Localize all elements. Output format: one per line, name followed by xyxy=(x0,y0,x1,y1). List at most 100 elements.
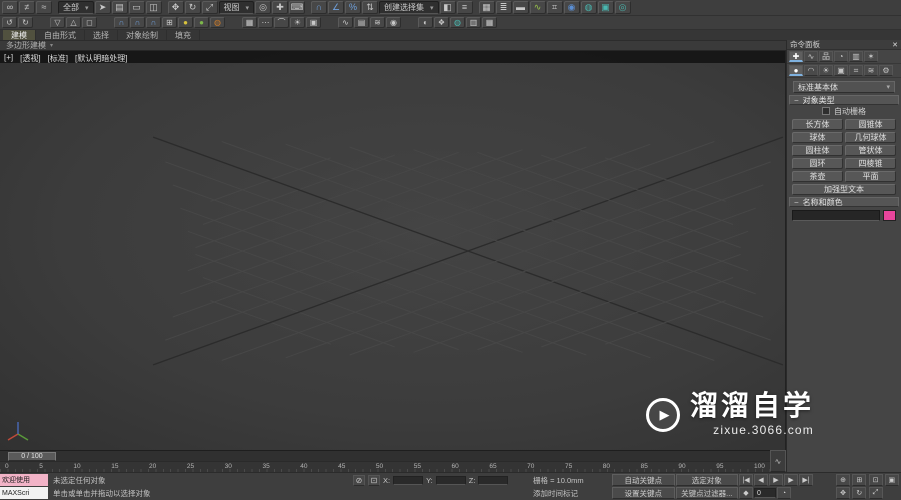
track-view-icon[interactable]: ∿ xyxy=(338,17,353,28)
named-selection-sets-dropdown[interactable]: 创建选择集 xyxy=(379,1,439,14)
time-configuration-button[interactable]: ◔ xyxy=(777,487,791,499)
primitive-button[interactable]: 圆环 xyxy=(792,158,843,169)
macro-recorder-row[interactable]: 欢迎使用 xyxy=(0,474,48,486)
grab-viewport-icon[interactable]: ◉ xyxy=(386,17,401,28)
object-name-field[interactable] xyxy=(792,210,880,221)
effects-icon[interactable]: ❖ xyxy=(434,17,449,28)
ribbon-tab[interactable]: 对象绘制 xyxy=(118,30,167,40)
subtab-lights[interactable]: ☀ xyxy=(819,65,833,76)
zoom-button[interactable]: ⊕ xyxy=(836,474,850,486)
select-object-icon[interactable]: ➤ xyxy=(94,1,111,14)
primitive-button[interactable]: 长方体 xyxy=(792,119,843,130)
batch-render-icon[interactable]: ▦ xyxy=(482,17,497,28)
x-coordinate-field[interactable] xyxy=(393,475,424,485)
snap-toggle-icon[interactable]: ∩ xyxy=(311,1,328,14)
use-pivot-center-icon[interactable]: ◎ xyxy=(255,1,272,14)
ribbon-tab[interactable]: 填充 xyxy=(167,30,200,40)
ortho-toggle-icon[interactable]: ⊞ xyxy=(162,17,177,28)
category-dropdown[interactable]: 标准基本体 ▾ xyxy=(793,81,895,93)
primitive-button[interactable]: 平面 xyxy=(845,171,896,182)
polygon-modeling-panel[interactable]: 多边形建模 xyxy=(6,40,46,51)
select-and-rotate-icon[interactable]: ↻ xyxy=(184,1,201,14)
maximize-button[interactable]: ⤢ xyxy=(868,487,883,499)
schematic-view-icon[interactable]: ⌗ xyxy=(546,1,563,14)
render-setup-icon[interactable]: ◍ xyxy=(580,1,597,14)
zoom-extents-button[interactable]: ⊡ xyxy=(868,474,883,486)
scene-explorer-icon[interactable]: ▦ xyxy=(478,1,495,14)
select-by-name-icon[interactable]: ▤ xyxy=(111,1,128,14)
mirror-icon[interactable]: ◧ xyxy=(439,1,456,14)
rendered-frame-icon[interactable]: ▣ xyxy=(597,1,614,14)
add-time-tag[interactable]: 添加时间标记 xyxy=(533,487,611,499)
current-frame-field[interactable]: 0 xyxy=(754,488,776,498)
render-last-icon[interactable]: ◍ xyxy=(450,17,465,28)
ribbon-tab[interactable]: 自由形式 xyxy=(36,30,85,40)
select-child-icon[interactable]: ▽ xyxy=(50,17,65,28)
material-sample-icon[interactable]: ◍ xyxy=(210,17,225,28)
angle-snap-icon[interactable]: ∠ xyxy=(328,1,345,14)
array-icon[interactable]: ▦ xyxy=(242,17,257,28)
reference-coordinate-dropdown[interactable]: 视图 xyxy=(218,1,255,14)
selection-lock-icon[interactable]: ◻ xyxy=(82,17,97,28)
primitive-button[interactable]: 管状体 xyxy=(845,145,896,156)
textplus-button[interactable]: 加强型文本 xyxy=(792,184,896,195)
subtab-helpers[interactable]: ⌗ xyxy=(849,65,863,76)
measure-icon[interactable]: ⌒ xyxy=(274,17,289,28)
tab-hierarchy[interactable]: 品 xyxy=(819,51,833,62)
spacing-tool-icon[interactable]: ⋯ xyxy=(258,17,273,28)
snap-2d-icon[interactable]: ∩ xyxy=(114,17,129,28)
tab-utilities[interactable]: ✶ xyxy=(864,51,878,62)
primitive-button[interactable]: 球体 xyxy=(792,132,843,143)
select-and-manipulate-icon[interactable]: ✚ xyxy=(272,1,289,14)
ribbon-toggle-icon[interactable]: ▬ xyxy=(512,1,529,14)
snap-25d-icon[interactable]: ∩ xyxy=(130,17,145,28)
previous-frame-button[interactable]: ◀ xyxy=(754,474,768,486)
unlink-selection-icon[interactable]: ≠ xyxy=(19,1,35,14)
subtab-space-warps[interactable]: ≋ xyxy=(864,65,878,76)
pan-button[interactable]: ✥ xyxy=(836,487,850,499)
open-mini-curve-editor-button[interactable]: ∿ xyxy=(770,450,786,472)
selection-filter-dropdown[interactable]: 全部 xyxy=(58,1,94,14)
close-icon[interactable]: ✕ xyxy=(892,41,898,49)
time-slider-handle[interactable]: 0 / 100 xyxy=(8,452,56,461)
track-bar[interactable]: 0 5 10 15 20 25 30 35 40 45 50 55 60 65 … xyxy=(0,461,770,472)
subtab-systems[interactable]: ⚙ xyxy=(879,65,893,76)
next-frame-button[interactable]: ▶ xyxy=(784,474,798,486)
command-panel-header[interactable]: 命令面板 ✕ xyxy=(787,40,901,50)
zoom-all-button[interactable]: ⊞ xyxy=(852,474,867,486)
go-to-end-button[interactable]: ▶| xyxy=(799,474,813,486)
subtab-shapes[interactable]: ◠ xyxy=(804,65,818,76)
z-coordinate-field[interactable] xyxy=(478,475,509,485)
time-slider[interactable]: 0 / 100 xyxy=(0,450,786,461)
state-sets-icon[interactable]: ▥ xyxy=(466,17,481,28)
key-filters-button[interactable]: 关键点过滤器... xyxy=(675,487,738,499)
tab-display[interactable]: ▥ xyxy=(849,51,863,62)
select-similar-icon[interactable]: ● xyxy=(194,17,209,28)
rollout-object-type[interactable]: − 对象类型 xyxy=(789,95,899,105)
y-coordinate-field[interactable] xyxy=(435,475,466,485)
tab-motion[interactable]: ◔ xyxy=(834,51,848,62)
primitive-button[interactable]: 四棱锥 xyxy=(845,158,896,169)
window-crossing-icon[interactable]: ◫ xyxy=(145,1,162,14)
undo-icon[interactable]: ↺ xyxy=(2,17,17,28)
rollout-name-color[interactable]: − 名称和颜色 xyxy=(789,197,899,207)
dope-sheet-icon[interactable]: ▤ xyxy=(354,17,369,28)
motion-mixer-icon[interactable]: ≋ xyxy=(370,17,385,28)
viewport-shading-menu[interactable]: [默认明暗处理] xyxy=(75,53,127,64)
snap-3d-icon[interactable]: ∩ xyxy=(146,17,161,28)
subtab-cameras[interactable]: ▣ xyxy=(834,65,848,76)
material-editor-icon[interactable]: ◉ xyxy=(563,1,580,14)
primitive-button[interactable]: 几何球体 xyxy=(845,132,896,143)
subtab-geometry[interactable]: ● xyxy=(789,65,803,76)
bind-to-space-warp-icon[interactable]: ≈ xyxy=(36,1,52,14)
select-parent-icon[interactable]: △ xyxy=(66,17,81,28)
maxscript-mini-listener[interactable]: 欢迎使用 MAXScri xyxy=(0,473,48,500)
light-toggle-icon[interactable]: ☀ xyxy=(290,17,305,28)
curve-editor-icon[interactable]: ∿ xyxy=(529,1,546,14)
autogrid-checkbox[interactable] xyxy=(822,107,830,115)
viewport-general-menu[interactable]: [+] xyxy=(4,53,13,64)
primitive-button[interactable]: 圆柱体 xyxy=(792,145,843,156)
align-icon[interactable]: ≡ xyxy=(456,1,473,14)
spinner-snap-icon[interactable]: ⇅ xyxy=(362,1,379,14)
layer-explorer-icon[interactable]: ≣ xyxy=(495,1,512,14)
